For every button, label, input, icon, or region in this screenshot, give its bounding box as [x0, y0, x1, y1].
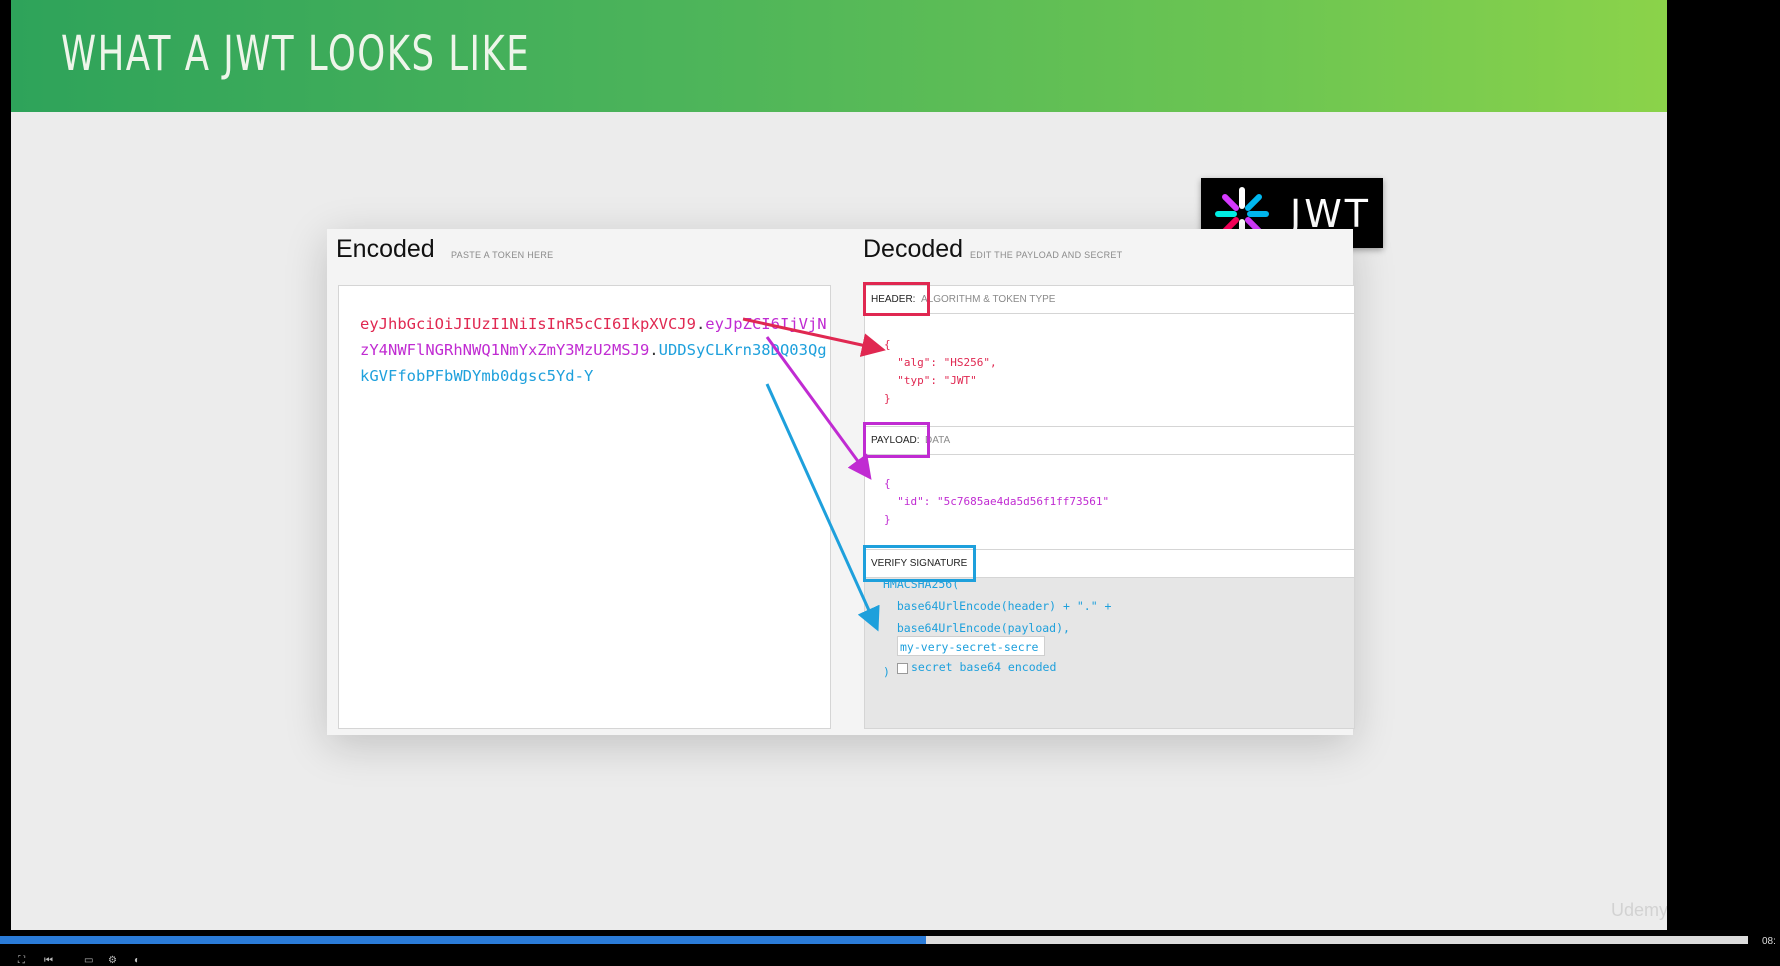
slide-title: WHAT A JWT LOOKS LIKE	[61, 26, 531, 82]
header-arrow	[742, 317, 886, 357]
annotation-arrows	[742, 317, 886, 632]
udemy-watermark: Udemy	[1611, 900, 1667, 920]
progress-fill	[0, 936, 927, 944]
fullscreen-icon[interactable]: ⛶	[18, 955, 25, 966]
progress-bar[interactable]	[0, 936, 1748, 944]
jwt-debugger-card: Encoded PASTE A TOKEN HERE eyJhbGciOiJIU…	[327, 229, 1355, 735]
title-banner: WHAT A JWT LOOKS LIKE	[11, 0, 1667, 112]
volume-icon[interactable]: ◐	[134, 955, 140, 966]
time-display: 08:	[1762, 936, 1776, 947]
payload-arrow	[765, 336, 872, 480]
captions-icon[interactable]: ▭	[84, 955, 93, 966]
slide: WHAT A JWT LOOKS LIKE JWT Encoded PASTE …	[11, 0, 1667, 930]
signature-arrow	[765, 383, 880, 632]
settings-icon[interactable]: ⚙	[108, 955, 117, 966]
rewind-icon[interactable]: ⏮	[44, 955, 53, 966]
video-player-bar: 08: ⛶ ⏮ ▭ ⚙ ◐	[0, 930, 1780, 966]
